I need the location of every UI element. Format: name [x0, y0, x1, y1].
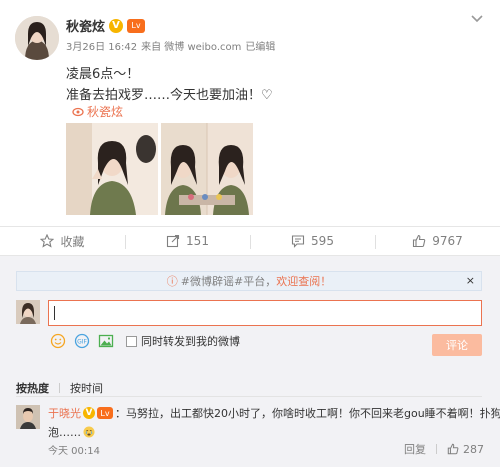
comment-text-2: 泡……: [48, 426, 81, 439]
comment-icon: [291, 235, 305, 248]
location-label: 秋瓷炫: [87, 105, 124, 119]
comment-sort-tabs: 按热度 按时间: [16, 380, 103, 396]
repost-checkbox[interactable]: [126, 335, 137, 347]
submit-comment-button[interactable]: 评论: [432, 334, 482, 356]
location-link[interactable]: 秋瓷炫: [72, 103, 123, 120]
verified-icon: V: [109, 18, 124, 33]
comment-count: 595: [311, 234, 334, 248]
post-text-line2: 准备去拍戏罗……今天也要加油！♡: [66, 88, 273, 103]
favorite-label: 收藏: [60, 234, 85, 249]
repost-button[interactable]: 151: [125, 227, 250, 255]
info-icon: ⓘ: [166, 275, 178, 288]
tab-divider: [59, 383, 60, 393]
sort-divider: [16, 396, 482, 397]
image-icon[interactable]: [98, 333, 114, 349]
like-count: 9767: [432, 234, 463, 248]
post-edited[interactable]: 已编辑: [245, 38, 275, 53]
member-level-icon[interactable]: Lv: [127, 18, 146, 33]
repost-count: 151: [186, 234, 209, 248]
svg-text:GIF: GIF: [77, 339, 87, 346]
rumor-notice-banner: ⓘ #微博辟谣#平台， 欢迎查阅！ ×: [16, 271, 482, 291]
reply-button[interactable]: 回复: [404, 441, 426, 457]
comment-button[interactable]: 595: [250, 227, 375, 255]
notice-text: #微博辟谣#平台，: [180, 275, 277, 288]
crying-emoji-icon: [83, 426, 95, 438]
text-cursor: [54, 306, 55, 320]
commenter-name[interactable]: 于晓光: [48, 405, 81, 421]
comment-line1: 于晓光 V Lv ：马努拉，出工都快20小时了，你啥时收工啊！你不回来老gou睡…: [48, 405, 500, 421]
favorite-button[interactable]: 收藏: [0, 227, 125, 255]
gif-icon[interactable]: GIF: [74, 333, 90, 349]
comment-tools: GIF 同时转发到我的微博: [50, 333, 240, 349]
repost-icon: [166, 234, 180, 248]
post-source: 来自 微博 weibo.com: [141, 42, 242, 53]
action-divider: [436, 444, 437, 454]
current-user-avatar[interactable]: [16, 300, 40, 324]
post-photo-2[interactable]: [161, 123, 253, 215]
notice-link[interactable]: 欢迎查阅！: [276, 273, 331, 289]
post-meta: 3月26日 16:42 来自 微博 weibo.com 已编辑: [66, 38, 275, 53]
comment-like-button[interactable]: 287: [447, 443, 484, 456]
author-row: 秋瓷炫 V Lv: [66, 16, 146, 35]
location-icon: [72, 107, 84, 116]
repost-checkbox-label: 同时转发到我的微博: [141, 335, 240, 348]
comment-input[interactable]: [48, 300, 482, 326]
comment-text-1: ：马努拉，出工都快20小时了，你啥时收工啊！你不回来老gou睡不着啊！扑狗稀: [115, 407, 500, 420]
commenter-avatar[interactable]: [16, 405, 40, 429]
verified-icon: V: [83, 407, 95, 419]
member-level-icon[interactable]: Lv: [97, 407, 113, 419]
comment-like-count: 287: [463, 442, 484, 456]
thumbs-up-icon: [413, 234, 426, 248]
weibo-post: 秋瓷炫 V Lv 3月26日 16:42 来自 微博 weibo.com 已编辑…: [0, 0, 500, 228]
tab-sort-time[interactable]: 按时间: [70, 380, 103, 396]
author-name[interactable]: 秋瓷炫: [66, 16, 105, 35]
star-icon: [40, 234, 55, 248]
post-action-bar: 收藏 151 595 9767: [0, 226, 500, 256]
close-icon[interactable]: ×: [466, 274, 475, 287]
like-button[interactable]: 9767: [375, 227, 500, 255]
post-photo-1[interactable]: [66, 123, 158, 215]
comment-actions: 回复 287: [404, 441, 484, 457]
tab-sort-hot[interactable]: 按热度: [16, 380, 49, 396]
post-date[interactable]: 3月26日 16:42: [66, 38, 137, 53]
author-avatar[interactable]: [15, 16, 59, 60]
repost-checkbox-row[interactable]: 同时转发到我的微博: [126, 333, 240, 349]
comment-time: 今天 00:14: [48, 446, 100, 457]
comment-line2: 泡……: [48, 424, 95, 440]
post-text-line1: 凌晨6点～！: [66, 67, 140, 82]
thumbs-up-icon: [447, 443, 459, 455]
emoji-icon[interactable]: [50, 333, 66, 349]
chevron-down-icon[interactable]: [470, 14, 484, 24]
